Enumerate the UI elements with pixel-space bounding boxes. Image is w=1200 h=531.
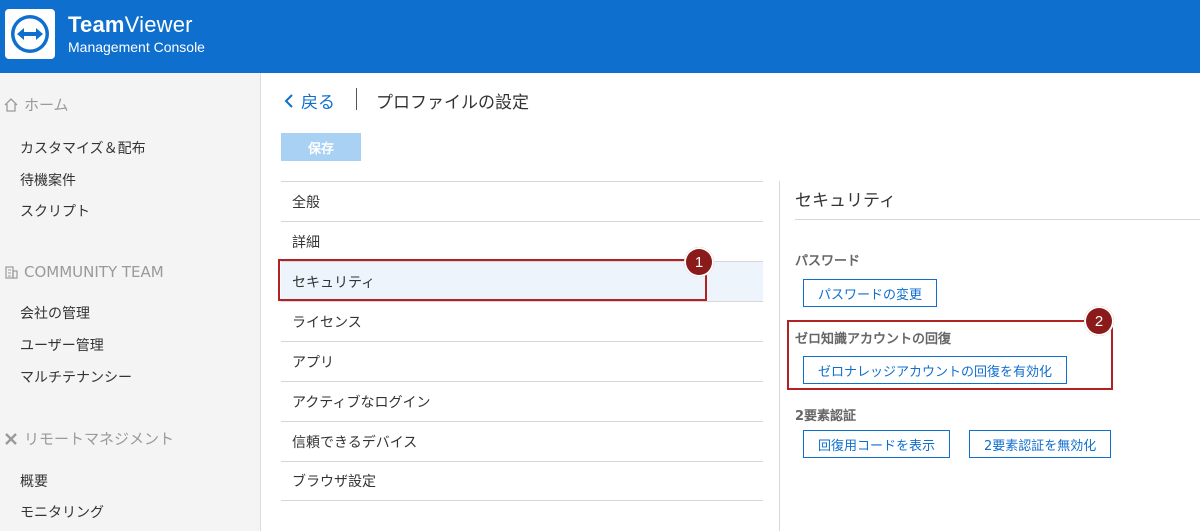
title-separator: [356, 88, 357, 110]
back-label: 戻る: [301, 93, 335, 113]
sidebar-section-label: リモートマネジメント: [24, 430, 175, 448]
sidebar-item-users[interactable]: ユーザー管理: [20, 335, 104, 355]
chevron-left-icon: [284, 93, 293, 108]
brand-subtitle: Management Console: [68, 39, 205, 55]
sidebar-section-label: COMMUNITY TEAM: [24, 263, 164, 281]
building-icon: [2, 263, 20, 281]
sidebar-item-scripts[interactable]: スクリプト: [20, 201, 90, 221]
nav-item-active-logins[interactable]: アクティブなログイン: [281, 381, 763, 421]
settings-nav: 全般 詳細 セキュリティ ライセンス アプリ アクティブなログイン 信頼できるデ…: [281, 181, 763, 501]
sidebar-item-pending[interactable]: 待機案件: [20, 170, 76, 190]
sidebar-section-home[interactable]: ホーム: [0, 94, 69, 115]
annotation-badge-2: 2: [1084, 306, 1114, 336]
annotation-box-1: [278, 259, 707, 301]
annotation-badge-1: 1: [684, 247, 714, 277]
security-title: セキュリティ: [795, 191, 896, 211]
show-recovery-codes-button[interactable]: 回復用コードを表示: [803, 430, 951, 458]
sidebar-section-remote-management[interactable]: リモートマネジメント: [0, 428, 174, 449]
sidebar-section-label: ホーム: [24, 96, 69, 114]
panel-divider: [779, 181, 780, 531]
app-header: TeamViewer Management Console: [0, 0, 1200, 73]
nav-item-browser-settings[interactable]: ブラウザ設定: [281, 461, 763, 501]
home-icon: [2, 96, 20, 114]
sidebar: ホーム カスタマイズ＆配布 待機案件 スクリプト COMMUNITY TEAM …: [0, 73, 261, 531]
nav-item-trusted-devices[interactable]: 信頼できるデバイス: [281, 421, 763, 461]
sidebar-item-overview[interactable]: 概要: [20, 471, 48, 491]
disable-2fa-button[interactable]: 2要素認証を無効化: [969, 430, 1112, 458]
teamviewer-logo-icon: [11, 15, 49, 53]
sidebar-item-company[interactable]: 会社の管理: [20, 303, 90, 323]
nav-item-general[interactable]: 全般: [281, 181, 763, 221]
annotation-box-2: [787, 320, 1113, 390]
change-password-button[interactable]: パスワードの変更: [803, 279, 938, 307]
save-button[interactable]: 保存: [281, 133, 361, 161]
remote-management-icon: [2, 430, 20, 448]
two-factor-label: 2要素認証: [795, 409, 857, 424]
sidebar-item-monitoring[interactable]: モニタリング: [20, 502, 104, 522]
back-link[interactable]: 戻る: [283, 88, 335, 113]
brand-name-light: Viewer: [124, 12, 193, 37]
teamviewer-logo[interactable]: [5, 9, 55, 59]
brand: TeamViewer Management Console: [68, 12, 205, 56]
brand-name-bold: Team: [68, 12, 125, 37]
nav-item-license[interactable]: ライセンス: [281, 301, 763, 341]
nav-item-apps[interactable]: アプリ: [281, 341, 763, 381]
sidebar-item-customize[interactable]: カスタマイズ＆配布: [20, 138, 146, 158]
brand-name: TeamViewer: [68, 12, 205, 38]
sidebar-item-multitenancy[interactable]: マルチテナンシー: [20, 367, 132, 387]
password-label: パスワード: [795, 254, 861, 269]
security-title-rule: [795, 219, 1200, 220]
page-title: プロファイルの設定: [376, 93, 529, 113]
sidebar-section-community-team[interactable]: COMMUNITY TEAM: [0, 263, 164, 281]
